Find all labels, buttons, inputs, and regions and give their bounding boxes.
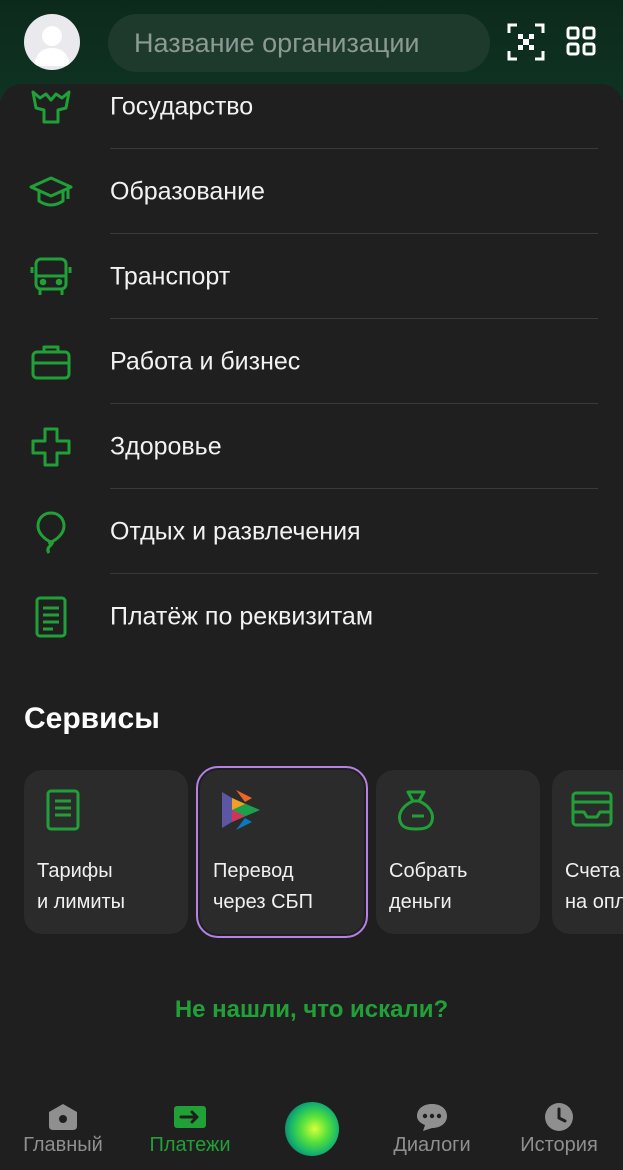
service-card-line2: и лимиты [37, 891, 126, 913]
service-card-collect-money[interactable]: Собрать деньги [376, 770, 540, 934]
service-card-text: Собрать деньги [389, 856, 467, 918]
category-item-health[interactable]: Здоровье [0, 404, 623, 489]
nav-label: Диалоги [393, 1134, 471, 1156]
bottom-navigation: Главный Платежи Диалоги История [0, 1084, 623, 1170]
category-label: Здоровье [110, 432, 222, 460]
nav-item-history[interactable]: История [504, 1084, 614, 1170]
search-placeholder: Название организации [134, 27, 420, 58]
sbp-logo-icon [222, 790, 260, 830]
tariff-document-icon [46, 789, 80, 831]
user-silhouette-icon [34, 26, 70, 66]
category-item-transport[interactable]: Транспорт [0, 234, 623, 319]
service-card-text: Перевод через СБП [213, 856, 313, 918]
service-card-invoices[interactable]: Счета на опл [552, 770, 623, 934]
service-card-line1: Перевод [213, 860, 294, 882]
payments-arrow-icon [174, 1106, 206, 1128]
category-label: Работа и бизнес [110, 347, 301, 375]
category-label: Платёж по реквизитам [110, 602, 374, 630]
service-card-line2: через СБП [213, 891, 314, 913]
category-label: Транспорт [110, 262, 231, 290]
category-item-leisure[interactable]: Отдых и развлечения [0, 489, 623, 574]
category-item-requisites[interactable]: Платёж по реквизитам [0, 574, 623, 659]
nav-item-payments[interactable]: Платежи [135, 1084, 245, 1170]
category-label: Образование [110, 177, 265, 205]
service-card-text: Счета на опл [565, 856, 623, 918]
state-emblem-icon [31, 90, 71, 123]
category-item-business[interactable]: Работа и бизнес [0, 319, 623, 404]
qr-scan-icon [507, 23, 545, 61]
document-icon [35, 596, 67, 637]
nav-label: Главный [23, 1134, 103, 1156]
category-label: Государство [110, 92, 254, 120]
nav-label: История [520, 1134, 598, 1156]
category-item-education[interactable]: Образование [0, 149, 623, 234]
qr-scan-button[interactable] [506, 22, 546, 62]
service-card-line1: Тарифы [37, 860, 113, 882]
briefcase-icon [31, 345, 71, 379]
apps-grid-button[interactable] [566, 26, 596, 56]
graduation-cap-icon [29, 176, 73, 206]
home-icon [49, 1104, 77, 1130]
service-card-sbp-transfer[interactable]: Перевод через СБП [196, 766, 368, 938]
service-card-line2: на опл [565, 891, 623, 913]
invoice-tray-icon [571, 791, 613, 827]
service-card-text: Тарифы и лимиты [37, 856, 125, 918]
bus-icon [30, 257, 72, 295]
not-found-link[interactable]: Не нашли, что искали? [0, 996, 623, 1024]
service-card-line1: Счета [565, 860, 621, 882]
chat-bubble-icon [417, 1104, 447, 1131]
money-bag-icon [398, 790, 434, 831]
nav-label: Платежи [149, 1134, 231, 1156]
service-card-tariffs[interactable]: Тарифы и лимиты [24, 770, 188, 934]
service-card-line1: Собрать [389, 860, 468, 882]
category-label: Отдых и развлечения [110, 517, 361, 545]
nav-item-main[interactable]: Главный [8, 1084, 118, 1170]
nav-item-dialogs[interactable]: Диалоги [377, 1084, 487, 1170]
avatar[interactable] [24, 14, 80, 70]
category-item-state[interactable]: Государство [0, 64, 623, 149]
grid-icon [566, 26, 596, 56]
content-sheet: Государство Образование Транспорт Работа… [0, 84, 623, 1084]
clock-icon [545, 1103, 573, 1131]
balloon-icon [36, 511, 66, 554]
medical-cross-icon [31, 427, 71, 466]
assistant-orb-icon[interactable] [285, 1102, 339, 1156]
service-card-line2: деньги [389, 891, 452, 913]
services-title: Сервисы [24, 702, 160, 735]
